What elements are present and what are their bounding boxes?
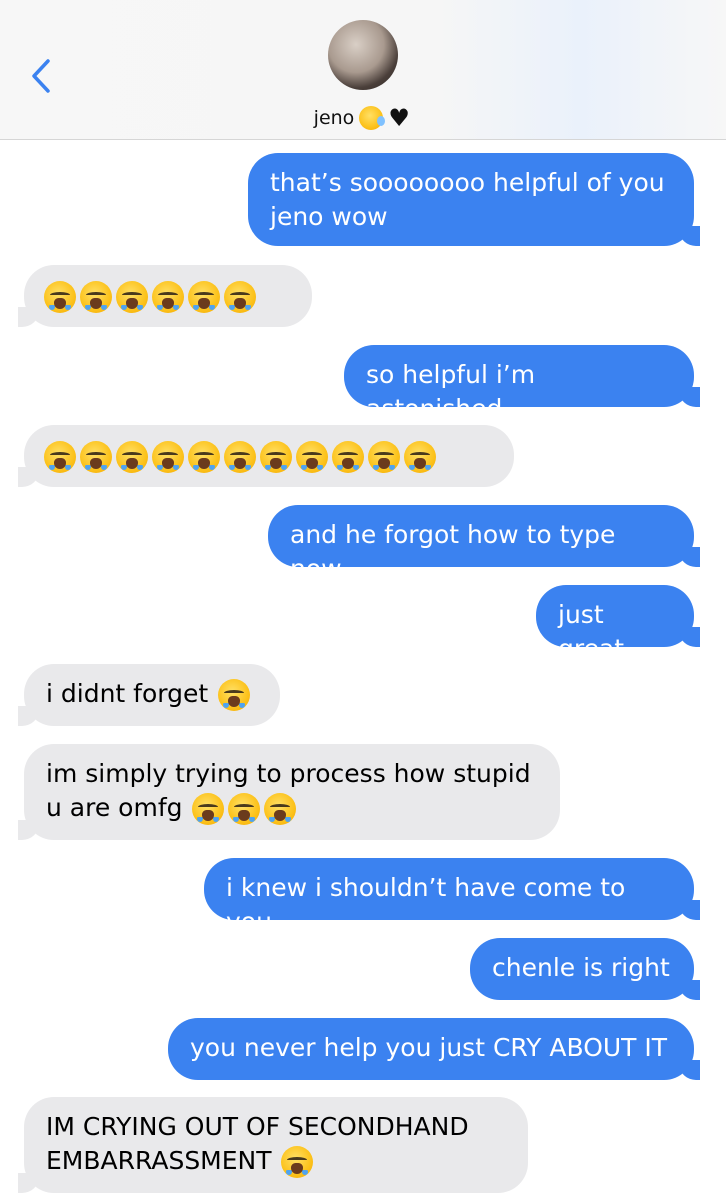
loudly-crying-face-icon [281, 1146, 314, 1178]
message-bubble-outgoing[interactable]: and he forgot how to type now [268, 505, 700, 583]
conversation-header: jeno ♥ [0, 0, 726, 140]
sleepy-face-icon [359, 106, 386, 130]
message-text: IM CRYING OUT OF SECONDHAND EMBARRASSMEN… [46, 1112, 469, 1175]
contact-avatar[interactable] [328, 20, 398, 90]
contact-name: jeno [313, 107, 355, 129]
message-text: so helpful i’m astonished [366, 360, 536, 423]
loudly-crying-face-icon [80, 281, 112, 313]
message-bubble-incoming[interactable]: i didnt forget [18, 664, 280, 726]
loudly-crying-face-icon [152, 441, 184, 473]
loudly-crying-face-icon [116, 281, 148, 313]
message-text: i didnt forget [46, 679, 209, 708]
message-text: i knew i shouldn’t have come to you [226, 873, 626, 936]
message-bubble-outgoing[interactable]: just great [536, 585, 700, 663]
message-bubble-outgoing[interactable]: chenle is right [470, 938, 700, 1000]
loudly-crying-face-icon [44, 441, 76, 473]
loudly-crying-face-icon [404, 441, 436, 473]
message-text: just great [558, 600, 625, 663]
message-bubble-incoming[interactable]: IM CRYING OUT OF SECONDHAND EMBARRASSMEN… [18, 1097, 528, 1193]
loudly-crying-face-icon [192, 793, 225, 825]
message-text: chenle is right [492, 953, 670, 982]
black-heart-icon: ♥ [388, 104, 410, 132]
loudly-crying-face-icon [260, 441, 292, 473]
message-text: you never help you just CRY ABOUT IT [190, 1033, 668, 1062]
back-chevron-icon[interactable] [26, 56, 56, 96]
loudly-crying-face-icon [44, 281, 76, 313]
loudly-crying-face-icon [368, 441, 400, 473]
message-bubble-incoming[interactable] [18, 425, 514, 487]
message-bubble-outgoing[interactable]: you never help you just CRY ABOUT IT [168, 1018, 700, 1080]
loudly-crying-face-icon [332, 441, 364, 473]
loudly-crying-face-icon [296, 441, 328, 473]
contact-name-button[interactable]: jeno ♥ [0, 104, 726, 132]
message-bubble-outgoing[interactable]: i knew i shouldn’t have come to you [204, 858, 700, 936]
loudly-crying-face-icon [152, 281, 184, 313]
message-bubble-outgoing[interactable]: that’s soooooooo helpful of you jeno wow [248, 153, 700, 246]
loudly-crying-face-icon [264, 793, 297, 825]
loudly-crying-face-icon [218, 679, 251, 711]
loudly-crying-face-icon [80, 441, 112, 473]
loudly-crying-face-icon [224, 441, 256, 473]
loudly-crying-face-icon [228, 793, 261, 825]
message-text: and he forgot how to type now [290, 520, 616, 583]
message-text: that’s soooooooo helpful of you jeno wow [270, 168, 665, 231]
loudly-crying-face-icon [224, 281, 256, 313]
loudly-crying-face-icon [116, 441, 148, 473]
message-bubble-outgoing[interactable]: so helpful i’m astonished [344, 345, 700, 423]
loudly-crying-face-icon [188, 441, 220, 473]
message-bubble-incoming[interactable]: im simply trying to process how stupid u… [18, 744, 560, 840]
loudly-crying-face-icon [188, 281, 220, 313]
message-bubble-incoming[interactable] [18, 265, 312, 327]
